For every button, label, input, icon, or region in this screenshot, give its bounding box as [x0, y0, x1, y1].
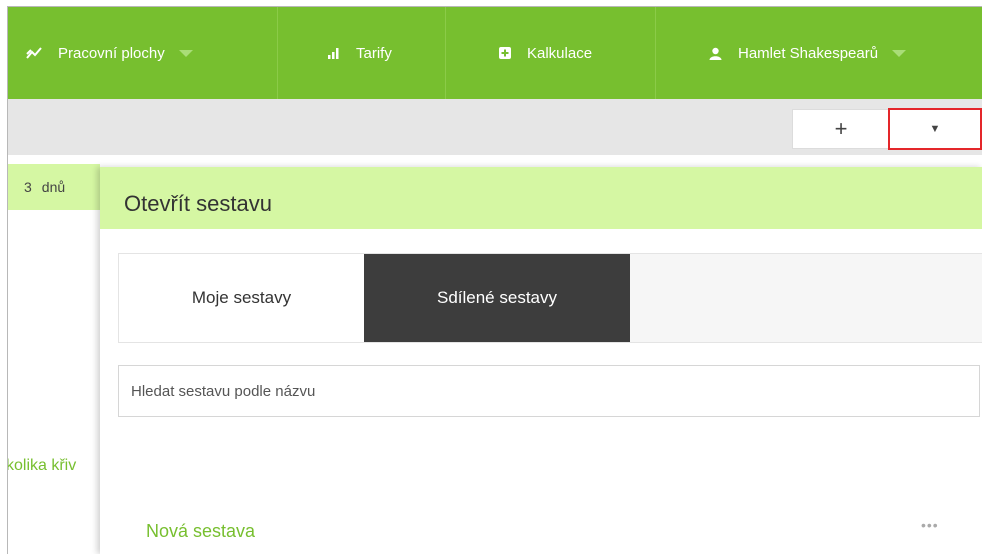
toolbar: + ▼ — [8, 99, 982, 155]
tab-my-reports[interactable]: Moje sestavy — [119, 254, 364, 342]
add-button[interactable]: + — [792, 109, 890, 149]
open-report-dialog: Otevřít sestavu Moje sestavy Sdílené ses… — [100, 167, 982, 554]
days-label: 3 dnů — [24, 179, 75, 195]
days-unit: dnů — [41, 179, 66, 195]
tab-shared-reports[interactable]: Sdílené sestavy — [364, 254, 630, 342]
report-item-name[interactable]: Nová sestava — [146, 521, 255, 542]
nav-divider — [277, 7, 278, 99]
top-navigation: Pracovní plochy Tarify Kalkulace Hamlet … — [8, 7, 982, 99]
chevron-down-icon — [892, 49, 907, 57]
nav-workspaces-label: Pracovní plochy — [58, 44, 165, 62]
plus-square-icon — [499, 47, 511, 59]
nav-calculations-label: Kalkulace — [527, 44, 593, 62]
nav-divider — [445, 7, 446, 99]
curve-link[interactable]: kolika křiv — [8, 457, 96, 475]
more-options-icon[interactable]: ••• — [921, 517, 939, 533]
report-tabs: Moje sestavy Sdílené sestavy — [118, 253, 982, 343]
dialog-title: Otevřít sestavu — [124, 191, 272, 216]
nav-tariffs[interactable]: Tarify — [328, 7, 392, 99]
user-icon — [709, 47, 722, 60]
dialog-header: Otevřít sestavu — [100, 167, 982, 229]
chevron-down-icon — [178, 49, 193, 57]
nav-tariffs-label: Tarify — [356, 44, 392, 62]
dropdown-button[interactable]: ▼ — [888, 108, 982, 150]
nav-workspaces[interactable]: Pracovní plochy — [26, 7, 193, 99]
report-search-input[interactable] — [118, 365, 980, 417]
days-number: 3 — [24, 179, 32, 195]
nav-user[interactable]: Hamlet Shakespearů — [709, 7, 907, 99]
trend-chart-icon — [26, 46, 42, 60]
app-frame: Pracovní plochy Tarify Kalkulace Hamlet … — [7, 6, 982, 554]
nav-user-label: Hamlet Shakespearů — [738, 44, 879, 62]
nav-calculations[interactable]: Kalkulace — [499, 7, 592, 99]
bar-chart-icon — [328, 47, 340, 59]
nav-divider — [655, 7, 656, 99]
